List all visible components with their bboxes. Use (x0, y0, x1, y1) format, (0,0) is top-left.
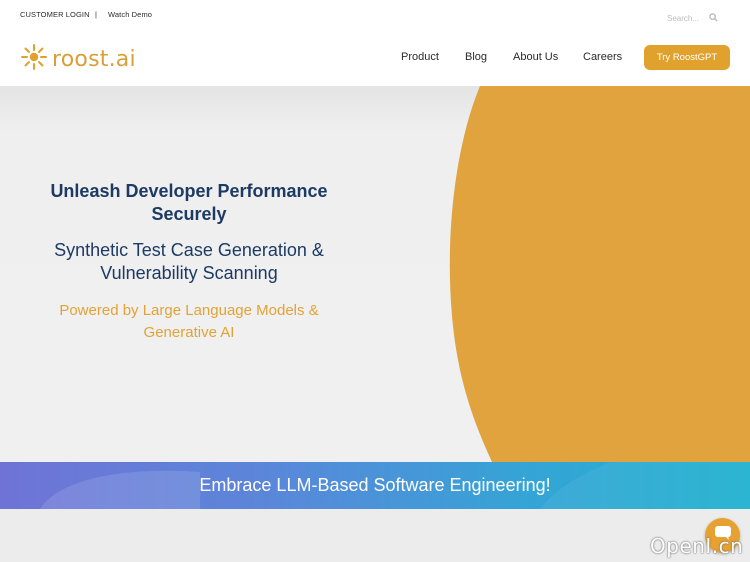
hero-subheadline: Synthetic Test Case Generation & Vulnera… (54, 240, 324, 283)
nav-item-blog[interactable]: Blog (465, 51, 487, 63)
nav-item-careers[interactable]: Careers (583, 51, 622, 63)
search-icon[interactable] (709, 9, 718, 27)
watch-demo-link[interactable]: Watch Demo (108, 10, 152, 19)
top-utility-bar: CUSTOMER LOGIN | Watch Demo (0, 0, 750, 30)
search-box (667, 9, 718, 27)
sun-icon (20, 43, 48, 76)
nav-item-product[interactable]: Product (401, 51, 439, 63)
main-navbar: roost.ai Product Blog About Us Careers T… (0, 30, 750, 86)
nav-item-about-us[interactable]: About Us (513, 51, 558, 63)
watermark-text: OpenI.cn (650, 534, 744, 558)
lower-section (0, 509, 750, 562)
hero-tagline: Powered by Large Language Models & Gener… (59, 302, 319, 341)
llm-banner: Embrace LLM-Based Software Engineering! (0, 462, 750, 509)
banner-text: Embrace LLM-Based Software Engineering! (199, 475, 551, 495)
search-input[interactable] (667, 13, 705, 23)
site-logo[interactable]: roost.ai (20, 43, 136, 76)
customer-login-link[interactable]: CUSTOMER LOGIN (20, 10, 90, 19)
hero-section: Unleash Developer Performance Securely S… (0, 86, 750, 462)
topbar-separator: | (95, 10, 97, 19)
try-roostgpt-button[interactable]: Try RoostGPT (644, 45, 730, 70)
logo-text: roost.ai (52, 47, 136, 72)
hero-headline: Unleash Developer Performance Securely (50, 181, 328, 224)
